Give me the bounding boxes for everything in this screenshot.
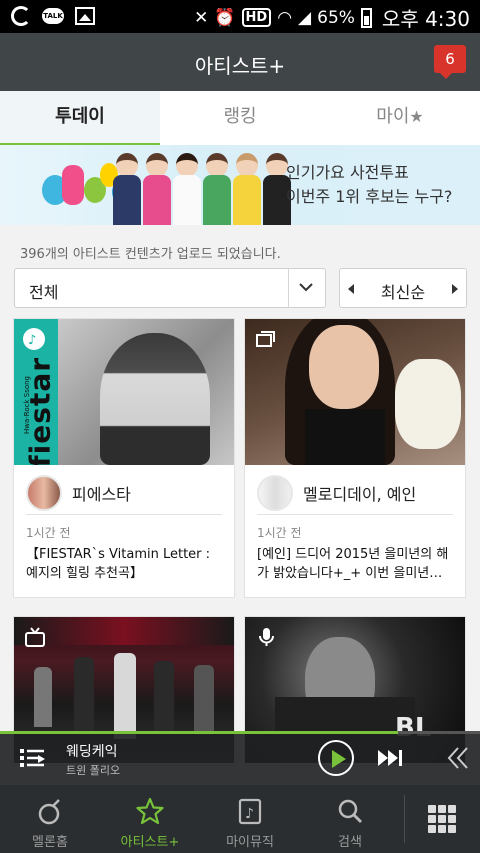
tab-bar: 투데이 랭킹 마이★ <box>0 91 480 147</box>
card-title: 【FIESTAR`s Vitamin Letter : 예지의 힐링 추천곡】 <box>26 547 211 581</box>
collapse-player-icon[interactable] <box>446 745 470 771</box>
promo-banner[interactable]: 인기가요 사전투표 이번주 1위 후보는 누구? <box>0 145 480 225</box>
card-divider <box>257 514 453 515</box>
nav-label: 아티스트+ <box>120 835 180 850</box>
avatar <box>257 475 293 511</box>
page-title: 아티스트+ <box>194 54 286 78</box>
filter-value: 전체 <box>29 283 59 302</box>
filter-divider <box>288 269 289 307</box>
battery-percent: 65% <box>317 7 355 28</box>
nav-label: 검색 <box>338 835 362 850</box>
tab-my[interactable]: 마이★ <box>320 91 480 145</box>
app-header: 아티스트+ 6 <box>0 33 480 91</box>
nav-label: 마이뮤직 <box>226 835 274 850</box>
mini-player[interactable]: 웨딩케익 트윈 폴리오 <box>0 731 480 785</box>
artist-name: 멜로디데이, 예인 <box>303 485 417 504</box>
card-artist[interactable]: 피에스타 <box>26 475 131 511</box>
status-right-icons: ✕ ⏰ HD ◠ ◢ 65% 오후 4:30 <box>194 3 470 32</box>
card-timestamp: 1시간 전 <box>257 526 302 540</box>
avatar <box>26 475 62 511</box>
player-progress-bar[interactable] <box>0 731 480 734</box>
gallery-icon <box>256 331 275 347</box>
melon-home-icon <box>38 799 60 825</box>
chevron-down-icon <box>299 283 313 292</box>
tv-icon <box>25 627 45 647</box>
card-artist[interactable]: 멜로디데이, 예인 <box>257 475 416 511</box>
search-icon <box>338 799 362 823</box>
playlist-icon[interactable] <box>18 745 46 771</box>
grid-menu-icon[interactable] <box>428 805 456 833</box>
tab-my-label: 마이 <box>376 106 410 127</box>
g-app-icon <box>10 5 32 27</box>
tab-ranking-label: 랭킹 <box>223 106 257 127</box>
svg-text:♪: ♪ <box>28 333 36 348</box>
star-icon: ★ <box>409 107 424 126</box>
nav-search[interactable]: 검색 <box>300 785 400 853</box>
nav-divider <box>404 795 405 843</box>
next-track-icon[interactable] <box>376 748 404 768</box>
artist-name: 피에스타 <box>72 485 131 504</box>
signal-icon: ◢ <box>298 7 312 28</box>
content-card[interactable]: fiestar Hwa-Rock Ssong ♪ 피에스타 1시간 전 【FIE… <box>13 318 235 598</box>
alarm-icon: ⏰ <box>214 7 236 28</box>
banner-people-image <box>112 153 291 225</box>
bottom-navigation: 멜론홈 아티스트+ ♪ 마이뮤직 검색 <box>0 785 480 853</box>
card-thumbnail <box>245 319 465 465</box>
status-bar: TALK ✕ ⏰ HD ◠ ◢ 65% 오후 4:30 <box>0 0 480 33</box>
mute-icon: ✕ <box>194 7 209 28</box>
gallery-icon <box>74 5 96 27</box>
nav-my-music[interactable]: ♪ 마이뮤직 <box>200 785 300 853</box>
play-button[interactable] <box>318 740 354 776</box>
music-note-icon: ♪ <box>23 328 45 350</box>
song-artist: 트윈 폴리오 <box>66 764 121 777</box>
nav-artist-plus[interactable]: 아티스트+ <box>100 785 200 853</box>
card-divider <box>26 514 222 515</box>
tab-today-label: 투데이 <box>55 106 105 127</box>
star-icon <box>136 797 164 825</box>
my-music-icon: ♪ <box>238 798 262 825</box>
upload-count-text: 396개의 아티스트 컨텐츠가 업로드 되었습니다. <box>20 247 281 262</box>
category-filter-dropdown[interactable]: 전체 <box>14 268 326 308</box>
clock: 오후 4:30 <box>381 7 470 31</box>
banner-line2: 이번주 1위 후보는 누구? <box>286 187 453 206</box>
status-left-icons: TALK <box>10 5 96 27</box>
svg-text:♪: ♪ <box>245 806 254 822</box>
sort-next-icon[interactable] <box>452 284 458 294</box>
song-title: 웨딩케익 <box>66 744 118 760</box>
card-thumbnail: fiestar Hwa-Rock Ssong ♪ <box>14 319 234 465</box>
microphone-icon <box>259 628 274 646</box>
sort-selector[interactable]: 최신순 <box>339 268 467 308</box>
battery-icon <box>360 7 372 28</box>
nav-melon-home[interactable]: 멜론홈 <box>0 785 100 853</box>
banner-line1: 인기가요 사전투표 <box>286 163 409 182</box>
hwa-rock-text: Hwa-Rock Ssong <box>23 375 31 435</box>
notification-badge[interactable]: 6 <box>434 45 466 79</box>
banner-text: 인기가요 사전투표 이번주 1위 후보는 누구? <box>286 161 452 209</box>
wifi-icon: ◠ <box>277 7 293 28</box>
sort-value: 최신순 <box>380 283 426 302</box>
kakaotalk-icon: TALK <box>42 5 64 27</box>
card-timestamp: 1시간 전 <box>26 526 71 540</box>
tab-ranking[interactable]: 랭킹 <box>160 91 320 145</box>
content-card[interactable]: 멜로디데이, 예인 1시간 전 [예인] 드디어 2015년 을미년의 해가 밝… <box>244 318 466 598</box>
nav-label: 멜론홈 <box>32 835 68 850</box>
player-progress-fill <box>0 731 399 734</box>
tab-today[interactable]: 투데이 <box>0 91 160 147</box>
card-title: [예인] 드디어 2015년 을미년의 해가 밝았습니다+_+ 이번 을미년… <box>257 547 449 581</box>
hd-voice-icon: HD <box>241 8 272 27</box>
